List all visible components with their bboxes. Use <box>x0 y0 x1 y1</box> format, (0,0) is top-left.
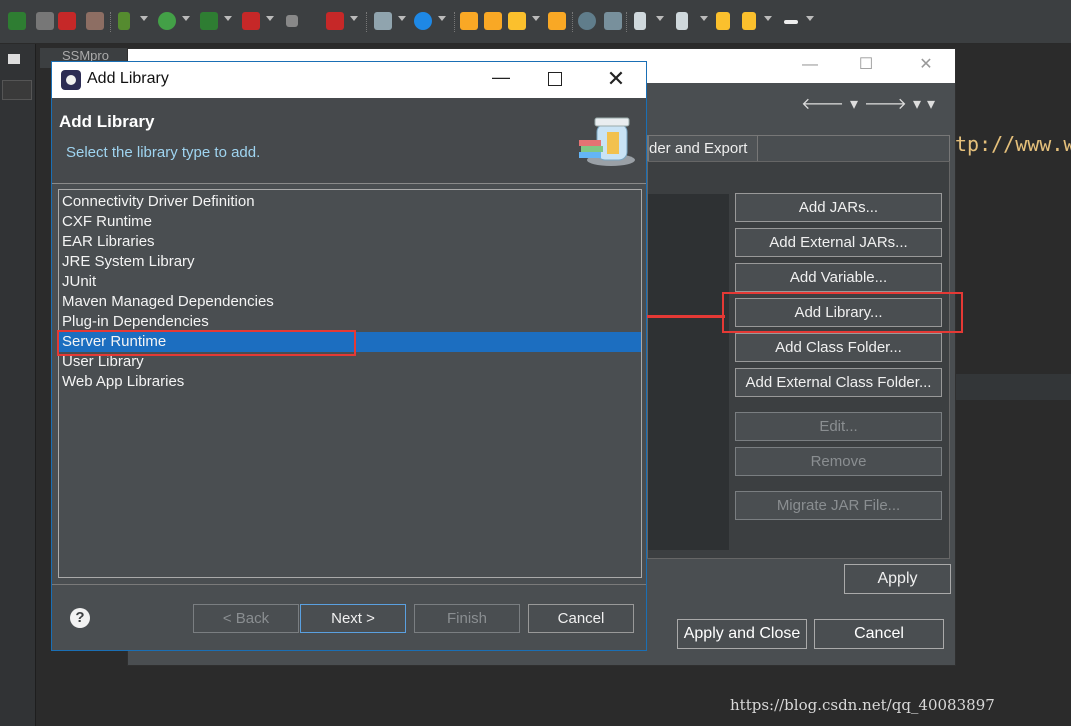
power-icon[interactable] <box>8 12 26 30</box>
main-toolbar <box>0 0 1071 44</box>
annotation-icon[interactable] <box>634 12 646 30</box>
run-config-icon[interactable] <box>200 12 218 30</box>
toolbar-separator <box>454 12 455 32</box>
package-icon[interactable] <box>86 12 104 30</box>
stop-icon[interactable] <box>286 15 298 27</box>
tab-order-and-export[interactable]: der and Export <box>648 135 758 161</box>
library-type-list[interactable]: Connectivity Driver Definition CXF Runti… <box>58 189 642 578</box>
history-nav[interactable]: 🡐▾🡒▾▾ <box>801 93 941 114</box>
remove-button[interactable]: Remove <box>735 447 942 476</box>
chevron-down-icon[interactable] <box>532 16 540 21</box>
deploy-icon[interactable] <box>326 12 344 30</box>
back-button[interactable]: < Back <box>193 604 299 633</box>
add-external-class-folder-button[interactable]: Add External Class Folder... <box>735 368 942 397</box>
libraries-tree[interactable] <box>648 194 729 550</box>
dialog-subtitle: Select the library type to add. <box>66 144 261 161</box>
add-jars-button[interactable]: Add JARs... <box>735 193 942 222</box>
edit-button[interactable]: Edit... <box>735 412 942 441</box>
server-icon[interactable] <box>374 12 392 30</box>
migrate-jar-button[interactable]: Migrate JAR File... <box>735 491 942 520</box>
side-panel-bar <box>2 80 32 100</box>
dialog-title: Add Library <box>87 70 169 87</box>
chevron-down-icon[interactable] <box>656 16 664 21</box>
search-icon[interactable] <box>604 12 622 30</box>
tab-order-and-export-label: der and Export <box>649 140 748 157</box>
chevron-down-icon[interactable] <box>266 16 274 21</box>
chevron-down-icon[interactable] <box>182 16 190 21</box>
annotation-highlight-server-runtime <box>57 330 356 356</box>
minimize-icon[interactable]: — <box>490 68 512 90</box>
close-icon[interactable]: ✕ <box>916 55 936 75</box>
toolbar-separator <box>110 12 111 32</box>
library-jar-icon <box>579 117 635 166</box>
finish-button[interactable]: Finish <box>414 604 520 633</box>
code-line-highlight <box>955 374 1071 400</box>
last-edit-icon[interactable] <box>716 12 730 30</box>
add-library-dialog: Add Library — ✕ Add Library Select the l… <box>51 61 647 651</box>
back-arrow-icon[interactable] <box>742 12 756 30</box>
toolbar-separator <box>366 12 367 32</box>
open-folder-icon[interactable] <box>460 12 478 30</box>
watermark: https://blog.csdn.net/qq_40083897 <box>730 696 995 714</box>
open-type-icon[interactable] <box>484 12 502 30</box>
close-icon[interactable]: ✕ <box>604 66 628 92</box>
list-item[interactable]: EAR Libraries <box>59 232 641 252</box>
run-icon[interactable] <box>158 12 176 30</box>
dialog-header: Add Library Select the library type to a… <box>52 98 646 184</box>
forward-arrow-icon[interactable] <box>784 20 798 24</box>
globe-icon[interactable] <box>578 12 596 30</box>
code-fragment: tp://www.w <box>955 132 1071 156</box>
apply-button[interactable]: Apply <box>844 564 951 594</box>
refresh-icon[interactable] <box>58 12 76 30</box>
chevron-down-icon[interactable] <box>140 16 148 21</box>
open-task-icon[interactable] <box>548 12 566 30</box>
dialog-divider <box>52 584 646 585</box>
list-item[interactable]: Maven Managed Dependencies <box>59 292 641 312</box>
chevron-down-icon[interactable] <box>806 16 814 21</box>
toolbar-separator <box>572 12 573 32</box>
next-button[interactable]: Next > <box>300 604 406 633</box>
list-item[interactable]: JRE System Library <box>59 252 641 272</box>
external-tools-icon[interactable] <box>242 12 260 30</box>
chevron-down-icon[interactable] <box>350 16 358 21</box>
left-side-panel <box>0 44 36 726</box>
list-item[interactable]: Plug-in Dependencies <box>59 312 641 332</box>
add-class-folder-button[interactable]: Add Class Folder... <box>735 333 942 362</box>
minimize-icon[interactable]: — <box>800 55 820 75</box>
eclipse-logo-icon <box>61 70 81 90</box>
add-variable-button[interactable]: Add Variable... <box>735 263 942 292</box>
maximize-icon[interactable]: ☐ <box>856 55 876 75</box>
list-item[interactable]: JUnit <box>59 272 641 292</box>
list-item[interactable]: CXF Runtime <box>59 212 641 232</box>
chevron-down-icon[interactable] <box>438 16 446 21</box>
chevron-down-icon[interactable] <box>764 16 772 21</box>
dialog-titlebar: Add Library — ✕ <box>52 62 646 98</box>
list-item[interactable]: Web App Libraries <box>59 372 641 392</box>
maximize-icon[interactable] <box>548 72 562 86</box>
apply-and-close-button[interactable]: Apply and Close <box>677 619 807 649</box>
chevron-down-icon[interactable] <box>224 16 232 21</box>
list-item[interactable]: Connectivity Driver Definition <box>59 192 641 212</box>
minimize-icon[interactable] <box>8 54 20 64</box>
toolbar-separator <box>626 12 627 32</box>
annotation-highlight-add-library <box>722 292 963 333</box>
properties-cancel-button[interactable]: Cancel <box>814 619 944 649</box>
workspace-icon[interactable] <box>36 12 54 30</box>
dialog-heading: Add Library <box>59 112 155 131</box>
add-external-jars-button[interactable]: Add External JARs... <box>735 228 942 257</box>
edit-icon[interactable] <box>508 12 526 30</box>
chevron-down-icon[interactable] <box>398 16 406 21</box>
chevron-down-icon[interactable] <box>700 16 708 21</box>
dialog-cancel-button[interactable]: Cancel <box>528 604 634 633</box>
prev-annotation-icon[interactable] <box>676 12 688 30</box>
debug-icon[interactable] <box>118 12 130 30</box>
help-icon[interactable]: ? <box>70 608 90 628</box>
new-class-icon[interactable] <box>414 12 432 30</box>
